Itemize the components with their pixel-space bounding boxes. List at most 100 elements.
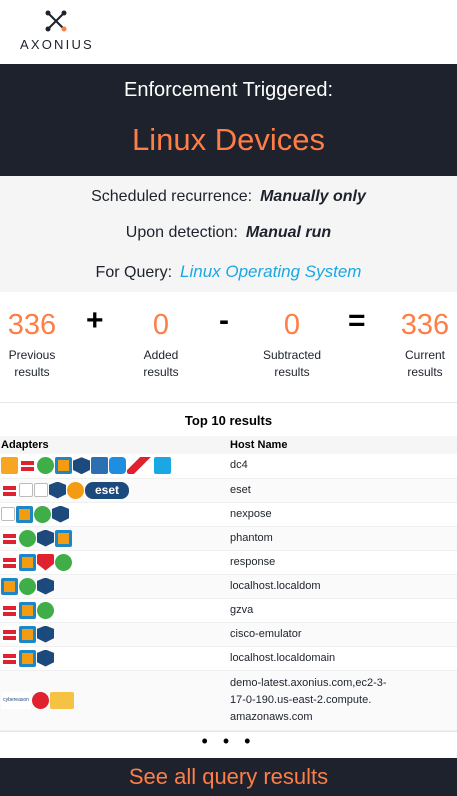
- shield-adapter-icon: [37, 577, 54, 595]
- shield-adapter-icon: [37, 625, 54, 643]
- red-shield-adapter-icon: [37, 553, 54, 571]
- recurrence-row: Scheduled recurrence: Manually only: [0, 176, 457, 214]
- shield-adapter-icon: [73, 457, 90, 475]
- footer-bar: See all query results: [0, 758, 457, 796]
- detection-value: Manual run: [245, 224, 332, 241]
- row-host-name: localhost.localdomain: [227, 646, 457, 671]
- row-host-name: gzva: [227, 598, 457, 623]
- windows-adapter-icon: [154, 457, 171, 475]
- broken-image-icon: [19, 483, 33, 497]
- broken-image-icon: [1, 507, 15, 521]
- row-adapters: [0, 550, 227, 575]
- row-host-name: localhost.localdom: [227, 574, 457, 599]
- row-adapters: [0, 622, 227, 647]
- device-adapter-icon: [1, 577, 18, 595]
- more-results-dots: • • •: [0, 730, 457, 751]
- row-host-name: phantom: [227, 526, 457, 551]
- subtracted-count: 0 Subtracted results: [252, 308, 332, 381]
- eset-adapter-icon: eset: [85, 481, 129, 499]
- nessus-adapter-icon: [19, 577, 36, 595]
- results-table: Adapters Host Name dc4 eset eset nexpose pha…: [0, 436, 457, 731]
- enforcement-details: Scheduled recurrence: Manually only Upon …: [0, 176, 457, 292]
- result-counts: 336 Previous results + 0 Added results - 0…: [0, 292, 457, 402]
- carbon-black-adapter-icon: [67, 481, 84, 499]
- device-adapter-icon: [19, 625, 36, 643]
- d-adapter-icon: [91, 457, 108, 475]
- current-value: 336: [400, 309, 450, 341]
- fortinet-adapter-icon: [1, 553, 18, 571]
- table-row: eset eset: [0, 478, 457, 503]
- table-header-row: Adapters Host Name: [0, 436, 457, 454]
- row-adapters: [0, 454, 227, 479]
- fortinet-adapter-icon: [1, 625, 18, 643]
- row-host-name: response: [227, 550, 457, 575]
- current-count: 336 Current results: [385, 308, 457, 381]
- see-all-results-link[interactable]: See all query results: [129, 764, 328, 789]
- shield-adapter-icon: [52, 505, 69, 523]
- cubes-adapter-icon: [50, 691, 74, 709]
- equals-operator: =: [348, 304, 366, 337]
- added-label: Added results: [143, 348, 179, 379]
- device-adapter-icon: [55, 457, 72, 475]
- nessus-adapter-icon: [37, 601, 54, 619]
- brand-name: AXONIUS: [20, 37, 94, 52]
- previous-label: Previous results: [8, 348, 56, 379]
- minus-operator: -: [219, 304, 229, 337]
- recurrence-label: Scheduled recurrence:: [91, 188, 253, 205]
- crowdstrike-adapter-icon: [127, 457, 153, 475]
- added-value: 0: [152, 309, 170, 341]
- current-label: Current results: [404, 348, 445, 379]
- adapters-column-header: Adapters: [0, 436, 227, 454]
- added-count: 0 Added results: [121, 308, 201, 381]
- row-adapters: [0, 646, 227, 671]
- row-adapters: eset: [0, 478, 227, 503]
- query-row: For Query: Linux Operating System: [0, 252, 457, 290]
- nessus-adapter-icon: [55, 553, 72, 571]
- row-host-name: nexpose: [227, 502, 457, 527]
- subtracted-value: 0: [283, 309, 301, 341]
- trend-micro-adapter-icon: [32, 691, 49, 709]
- previous-count: 336 Previous results: [0, 308, 72, 381]
- row-host-name: cisco-emulator: [227, 622, 457, 647]
- shield-adapter-icon: [37, 649, 54, 667]
- recurrence-value: Manually only: [260, 188, 366, 205]
- shield-adapter-icon: [49, 481, 66, 499]
- firewall-adapter-icon: [1, 457, 18, 475]
- top-results-title: Top 10 results: [184, 413, 273, 428]
- table-row: localhost.localdomain: [0, 646, 457, 671]
- table-row: nexpose: [0, 502, 457, 527]
- row-adapters: [0, 574, 227, 599]
- axonius-x-logo-icon: [45, 10, 67, 32]
- query-link[interactable]: Linux Operating System: [180, 262, 361, 281]
- fortinet-adapter-icon: [1, 649, 18, 667]
- row-adapters: [0, 502, 227, 527]
- row-host-name: demo-latest.axonius.com,ec2-3- 17-0-190.u…: [227, 670, 457, 731]
- detection-label: Upon detection:: [125, 224, 238, 241]
- enforcement-name: Linux Devices: [132, 122, 325, 157]
- s-adapter-icon: [109, 457, 126, 475]
- enforcement-hero: Enforcement Triggered: Linux Devices: [0, 64, 457, 176]
- nessus-adapter-icon: [19, 529, 36, 547]
- hero-title: Enforcement Triggered:: [124, 79, 333, 101]
- table-row: dc4: [0, 454, 457, 479]
- table-row: cybereason demo-latest.axonius.com,ec2-3-…: [0, 670, 457, 731]
- query-label: For Query:: [95, 264, 173, 281]
- nessus-adapter-icon: [34, 505, 51, 523]
- shield-adapter-icon: [37, 529, 54, 547]
- header-logo: AXONIUS: [0, 0, 457, 64]
- device-adapter-icon: [19, 649, 36, 667]
- row-host-name: dc4: [227, 454, 457, 479]
- device-adapter-icon: [19, 601, 36, 619]
- row-adapters: [0, 526, 227, 551]
- row-host-name: eset: [227, 478, 457, 503]
- device-adapter-icon: [16, 505, 33, 523]
- results-table-body: dc4 eset eset nexpose phantom response localho…: [0, 454, 457, 731]
- fortinet-adapter-icon: [1, 481, 18, 499]
- fortinet-adapter-icon: [19, 457, 36, 475]
- device-adapter-icon: [55, 529, 72, 547]
- host-name-column-header: Host Name: [227, 436, 457, 454]
- table-row: cisco-emulator: [0, 622, 457, 647]
- table-row: phantom: [0, 526, 457, 551]
- broken-image-icon: [34, 483, 48, 497]
- fortinet-adapter-icon: [1, 601, 18, 619]
